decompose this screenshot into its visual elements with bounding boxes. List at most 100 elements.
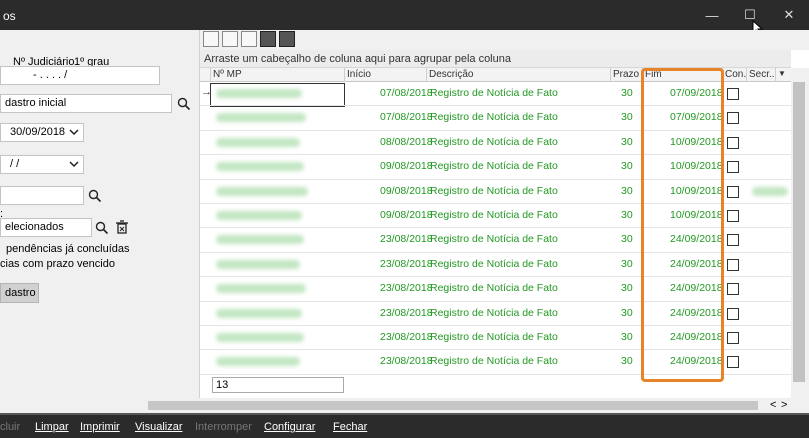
clear-filter-icon[interactable] bbox=[115, 220, 129, 234]
scroll-left-icon[interactable]: < bbox=[770, 399, 776, 411]
configurar-button[interactable]: Configurar bbox=[264, 421, 315, 433]
fim-cell: 07/09/2018 bbox=[670, 111, 723, 124]
column-header-fim[interactable]: Fim bbox=[642, 68, 722, 82]
table-row[interactable]: 07/08/2018 Registro de Notícia de Fato 30 0… bbox=[200, 106, 791, 131]
column-header-inicio[interactable]: Início bbox=[344, 68, 426, 82]
num-mp-cell bbox=[216, 186, 308, 196]
concluido-checkbox[interactable] bbox=[727, 185, 739, 198]
prazo-cell: 30 bbox=[621, 87, 633, 99]
concluido-checkbox[interactable] bbox=[727, 210, 739, 222]
horizontal-scrollbar[interactable]: < > bbox=[0, 398, 809, 413]
expired-deadline-label[interactable]: cias com prazo vencido bbox=[0, 258, 115, 270]
prazo-cell: 30 bbox=[621, 160, 633, 173]
inicio-cell: 09/08/2018 bbox=[380, 184, 433, 197]
date2-select[interactable]: / / bbox=[0, 155, 84, 174]
selecionados-field[interactable]: elecionados bbox=[0, 218, 92, 237]
title-bar: os — ☐ ✕ bbox=[0, 0, 809, 36]
scroll-right-icon[interactable]: > bbox=[781, 399, 787, 411]
table-row[interactable]: 08/08/2018 Registro de Notícia de Fato 30 1… bbox=[200, 131, 791, 156]
table-row[interactable]: 09/08/2018 Registro de Notícia de Fato 30 1… bbox=[200, 155, 791, 180]
imprimir-button[interactable]: Imprimir bbox=[80, 421, 120, 433]
concluido-checkbox[interactable] bbox=[727, 136, 739, 149]
table-row[interactable]: 23/08/2018 Registro de Notícia de Fato 30 2… bbox=[200, 302, 791, 326]
descricao-cell: Registro de Notícia de Fato bbox=[430, 257, 558, 270]
horizontal-scroll-thumb[interactable] bbox=[148, 401, 758, 410]
concluido-checkbox[interactable] bbox=[727, 356, 739, 369]
concluido-checkbox[interactable] bbox=[727, 307, 739, 320]
inicio-cell: 23/08/2018 bbox=[380, 331, 433, 343]
grid-header: Nº MP Início Descrição Prazo Fim Con... … bbox=[200, 68, 791, 82]
table-row[interactable]: 07/08/2018 Registro de Notícia de Fato 30 0… bbox=[200, 82, 791, 107]
concluido-checkbox[interactable] bbox=[727, 283, 739, 296]
date-value: 30/09/2018 bbox=[10, 126, 66, 138]
column-header-con[interactable]: Con... bbox=[722, 68, 746, 82]
search-icon[interactable] bbox=[88, 189, 102, 203]
table-row[interactable]: 23/08/2018 Registro de Notícia de Fato 30 2… bbox=[200, 228, 791, 253]
num-mp-cell bbox=[216, 162, 304, 172]
excluir-button[interactable]: cluir bbox=[0, 421, 20, 433]
form-view-icon[interactable] bbox=[279, 31, 295, 47]
prazo-cell: 30 bbox=[621, 355, 633, 368]
tree-view-icon[interactable] bbox=[203, 31, 219, 47]
visualizar-button[interactable]: Visualizar bbox=[135, 421, 183, 433]
descricao-cell: Registro de Notícia de Fato bbox=[430, 233, 558, 246]
limpar-button[interactable]: Limpar bbox=[35, 421, 69, 433]
concluido-checkbox[interactable] bbox=[727, 161, 739, 174]
close-icon[interactable]: ✕ bbox=[769, 0, 809, 30]
interromper-button[interactable]: Interromper bbox=[195, 421, 252, 433]
num-mp-cell bbox=[216, 211, 302, 220]
cadastro-field[interactable]: dastro inicial bbox=[0, 94, 172, 113]
inicio-cell: 07/08/2018 bbox=[380, 111, 433, 124]
judicial-number-input[interactable]: - . . . . / bbox=[0, 66, 160, 85]
vertical-scrollbar[interactable] bbox=[791, 68, 809, 398]
concluido-checkbox[interactable] bbox=[727, 234, 739, 247]
num-mp-cell bbox=[216, 235, 304, 245]
num-mp-cell bbox=[216, 259, 300, 269]
column-header-prazo[interactable]: Prazo bbox=[610, 68, 642, 82]
descricao-cell: Registro de Notícia de Fato bbox=[430, 135, 558, 148]
fim-cell: 07/09/2018 bbox=[670, 87, 723, 99]
pending-concluded-label[interactable]: pendências já concluídas bbox=[6, 243, 130, 255]
column-header-num-mp[interactable]: Nº MP bbox=[210, 68, 344, 82]
minimize-icon[interactable]: — bbox=[692, 0, 732, 30]
table-row[interactable]: 09/08/2018 Registro de Notícia de Fato 30 1… bbox=[200, 204, 791, 229]
concluido-checkbox[interactable] bbox=[727, 258, 739, 271]
column-header-secr[interactable]: Secr... bbox=[746, 68, 774, 82]
date2-value: / / bbox=[10, 158, 20, 170]
table-row[interactable]: 23/08/2018 Registro de Notícia de Fato 30 2… bbox=[200, 277, 791, 302]
table-row[interactable]: 09/08/2018 Registro de Notícia de Fato 30 1… bbox=[200, 180, 791, 204]
descricao-cell: Registro de Notícia de Fato bbox=[430, 184, 558, 197]
concluido-checkbox[interactable] bbox=[727, 112, 739, 125]
fim-cell: 24/09/2018 bbox=[670, 257, 723, 270]
search-icon[interactable] bbox=[177, 97, 191, 111]
fechar-button[interactable]: Fechar bbox=[333, 421, 367, 433]
num-mp-cell bbox=[216, 137, 300, 147]
search-icon[interactable] bbox=[95, 221, 109, 235]
column-chooser-icon[interactable]: ▼ bbox=[775, 68, 787, 82]
window-title: os bbox=[3, 9, 16, 23]
maximize-icon[interactable]: ☐ bbox=[730, 0, 770, 30]
inicio-cell: 23/08/2018 bbox=[380, 257, 433, 270]
fim-cell: 10/09/2018 bbox=[670, 184, 723, 197]
grid-body: → 07/08/2018 Registro de Notícia de Fato 3… bbox=[200, 82, 791, 375]
inicio-cell: 23/08/2018 bbox=[380, 306, 433, 319]
descricao-cell: Registro de Notícia de Fato bbox=[430, 282, 558, 295]
group-view-icon[interactable] bbox=[222, 31, 238, 47]
column-header-descricao[interactable]: Descrição bbox=[426, 68, 610, 82]
action-bar: cluir Limpar Imprimir Visualizar Interro… bbox=[0, 413, 809, 438]
table-row[interactable]: 23/08/2018 Registro de Notícia de Fato 30 2… bbox=[200, 326, 791, 351]
num-mp-cell bbox=[216, 89, 302, 98]
table-row[interactable]: 23/08/2018 Registro de Notícia de Fato 30 2… bbox=[200, 253, 791, 278]
inicio-cell: 09/08/2018 bbox=[380, 160, 433, 173]
descricao-cell: Registro de Notícia de Fato bbox=[430, 87, 558, 99]
vertical-scroll-thumb[interactable] bbox=[793, 82, 805, 382]
date-select[interactable]: 30/09/2018 bbox=[0, 123, 84, 142]
code-input[interactable] bbox=[0, 186, 84, 205]
cadastro-button[interactable]: dastro bbox=[0, 283, 39, 303]
detail-view-icon[interactable] bbox=[260, 31, 276, 47]
concluido-checkbox[interactable] bbox=[727, 88, 739, 100]
concluido-checkbox[interactable] bbox=[727, 332, 739, 344]
table-view-icon[interactable] bbox=[241, 31, 257, 47]
table-row[interactable]: 23/08/2018 Registro de Notícia de Fato 30 2… bbox=[200, 350, 791, 375]
secr-cell bbox=[752, 186, 788, 196]
